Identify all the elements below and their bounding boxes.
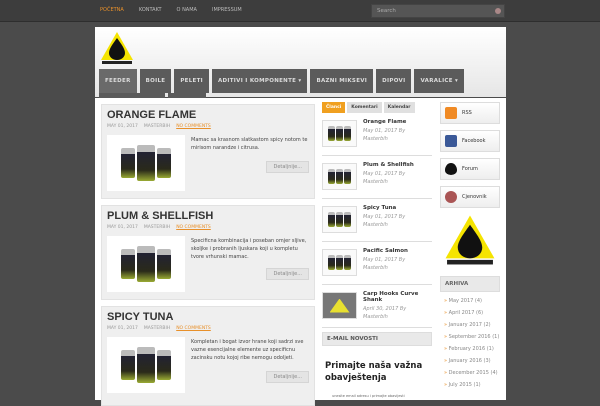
post-excerpt: Mamac sa krasnom slatkastom spicy notom … bbox=[191, 137, 308, 151]
post-thumbnail[interactable] bbox=[107, 236, 185, 292]
facebook-button[interactable]: Facebook bbox=[440, 130, 500, 152]
recent-post-title[interactable]: Spicy Tuna bbox=[363, 205, 433, 211]
rss-label: RSS bbox=[462, 110, 472, 116]
recent-post-item[interactable]: Plum & Shellfish May 01, 2017 By Masterbi… bbox=[322, 156, 432, 199]
post-title[interactable]: SPICY TUNA bbox=[107, 311, 173, 323]
recent-post-title[interactable]: Pacific Salmon bbox=[363, 248, 433, 254]
post-thumbnail[interactable] bbox=[107, 135, 185, 191]
right-sidebar: RSS Facebook Forum Cjenovnik ARHIVA May … bbox=[440, 102, 500, 388]
cjenovnik-label: Cjenovnik bbox=[462, 194, 487, 200]
recent-post-meta: May 01, 2017 By Masterbih bbox=[363, 171, 406, 185]
forum-button[interactable]: Forum bbox=[440, 158, 500, 180]
archive-link[interactable]: July 2015 (1) bbox=[444, 382, 500, 388]
post-title[interactable]: ORANGE FLAME bbox=[107, 109, 196, 121]
recent-post-meta: May 01, 2017 By Masterbih bbox=[363, 128, 406, 142]
post-author: MASTERBIH bbox=[143, 225, 171, 230]
archive-title: ARHIVA bbox=[440, 276, 500, 292]
post-card: ORANGE FLAME MAY 01, 2017 MASTERBIH NO COM… bbox=[101, 104, 315, 199]
site-logo[interactable] bbox=[100, 31, 134, 65]
rss-button[interactable]: RSS bbox=[440, 102, 500, 124]
recent-post-item[interactable]: Spicy Tuna May 01, 2017 By Masterbih bbox=[322, 199, 432, 242]
nav-peleti[interactable]: PELETI bbox=[174, 69, 209, 93]
cjenovnik-icon bbox=[445, 191, 457, 203]
top-link-pocetna[interactable]: POČETNA bbox=[100, 7, 124, 13]
nav-dipovi[interactable]: DIPOVI bbox=[376, 69, 412, 93]
archive-link[interactable]: September 2016 (1) bbox=[444, 334, 500, 340]
cjenovnik-button[interactable]: Cjenovnik bbox=[440, 186, 500, 208]
search-placeholder: Search bbox=[377, 8, 396, 14]
post-comments-link[interactable]: NO COMMENTS bbox=[176, 124, 211, 129]
recent-post-title[interactable]: Plum & Shellfish bbox=[363, 162, 433, 168]
recent-post-title[interactable]: Carp Hooks Curve Shank bbox=[363, 291, 433, 303]
archive-link[interactable]: January 2017 (2) bbox=[444, 322, 500, 328]
post-excerpt: Kompletan i bogat izvor hrane koji sadrz… bbox=[191, 339, 304, 361]
email-heading: Primajte naša važna obavještenja bbox=[325, 361, 423, 383]
post-card: PLUM & SHELLFISH MAY 01, 2017 MASTERBIH NO… bbox=[101, 205, 315, 300]
top-link-impressum[interactable]: IMPRESSUM bbox=[212, 7, 242, 13]
post-date: MAY 01, 2017 bbox=[107, 225, 138, 230]
post-excerpt: Specificna kombinacija i poseban omjer s… bbox=[191, 238, 307, 260]
archive-link[interactable]: January 2016 (3) bbox=[444, 358, 500, 364]
post-comments-link[interactable]: NO COMMENTS bbox=[176, 225, 211, 230]
email-widget: Primajte naša važna obavještenja unesite… bbox=[322, 360, 432, 398]
archive-link[interactable]: May 2017 (4) bbox=[444, 298, 500, 304]
archive-link[interactable]: December 2015 (4) bbox=[444, 370, 500, 376]
post-thumbnail[interactable] bbox=[107, 337, 185, 393]
forum-label: Forum bbox=[462, 166, 478, 172]
nav-boile[interactable]: BOILE bbox=[139, 69, 172, 93]
facebook-label: Facebook bbox=[462, 138, 486, 144]
recent-post-meta: April 30, 2017 By Masterbih bbox=[363, 306, 407, 320]
recent-post-meta: May 01, 2017 By Masterbih bbox=[363, 214, 406, 228]
nav-varalice[interactable]: VARALICE ▾ bbox=[414, 69, 465, 93]
recent-post-item[interactable]: Carp Hooks Curve Shank April 30, 2017 By … bbox=[322, 285, 432, 328]
post-author: MASTERBIH bbox=[143, 326, 171, 331]
archive-link[interactable]: April 2017 (6) bbox=[444, 310, 500, 316]
recent-post-title[interactable]: Orange Flame bbox=[363, 119, 433, 125]
sidebar-logo bbox=[445, 215, 495, 265]
top-bar: POČETNA KONTAKT O NAMA IMPRESSUM Search bbox=[0, 0, 600, 22]
read-more-button[interactable]: Detaljnije... bbox=[266, 161, 309, 173]
post-comments-link[interactable]: NO COMMENTS bbox=[176, 326, 211, 331]
post-title[interactable]: PLUM & SHELLFISH bbox=[107, 210, 213, 222]
facebook-icon bbox=[445, 135, 457, 147]
post-date: MAY 01, 2017 bbox=[107, 326, 138, 331]
archive-link[interactable]: February 2016 (1) bbox=[444, 346, 500, 352]
post-card: SPICY TUNA MAY 01, 2017 MASTERBIH NO COMME… bbox=[101, 306, 315, 406]
top-link-o-nama[interactable]: O NAMA bbox=[177, 7, 197, 13]
recent-post-meta: May 01, 2017 By Masterbih bbox=[363, 257, 406, 271]
email-text: unesite email adresu i primajte obavijes… bbox=[332, 394, 405, 398]
forum-icon bbox=[445, 163, 457, 175]
search-input[interactable]: Search bbox=[371, 4, 505, 18]
recent-post-item[interactable]: Orange Flame May 01, 2017 By Masterbih bbox=[322, 113, 432, 156]
nav-feeder[interactable]: FEEDER bbox=[99, 69, 137, 93]
post-author: MASTERBIH bbox=[143, 124, 171, 129]
tab-clanci[interactable]: Članci bbox=[322, 102, 346, 113]
archive-list: May 2017 (4) April 2017 (6) January 2017… bbox=[440, 298, 500, 388]
post-date: MAY 01, 2017 bbox=[107, 124, 138, 129]
read-more-button[interactable]: Detaljnije... bbox=[266, 371, 309, 383]
content-area: ORANGE FLAME MAY 01, 2017 MASTERBIH NO COM… bbox=[95, 98, 506, 406]
email-section-title: E-MAIL NOVOSTI bbox=[322, 332, 432, 346]
rss-icon bbox=[445, 107, 457, 119]
nav-aditivi[interactable]: ADITIVI I KOMPONENTE ▾ bbox=[211, 69, 308, 93]
tabbed-widget: Članci Komentari Kalendar Orange Flame Ma… bbox=[322, 102, 432, 398]
read-more-button[interactable]: Detaljnije... bbox=[266, 268, 309, 280]
nav-bazni-miksevi[interactable]: BAZNI MIKSEVI bbox=[310, 69, 374, 93]
tab-komentari[interactable]: Komentari bbox=[347, 102, 382, 113]
search-icon[interactable] bbox=[495, 8, 501, 14]
recent-post-item[interactable]: Pacific Salmon May 01, 2017 By Masterbih bbox=[322, 242, 432, 285]
tab-kalendar[interactable]: Kalendar bbox=[383, 102, 415, 113]
top-link-kontakt[interactable]: KONTAKT bbox=[139, 7, 162, 13]
